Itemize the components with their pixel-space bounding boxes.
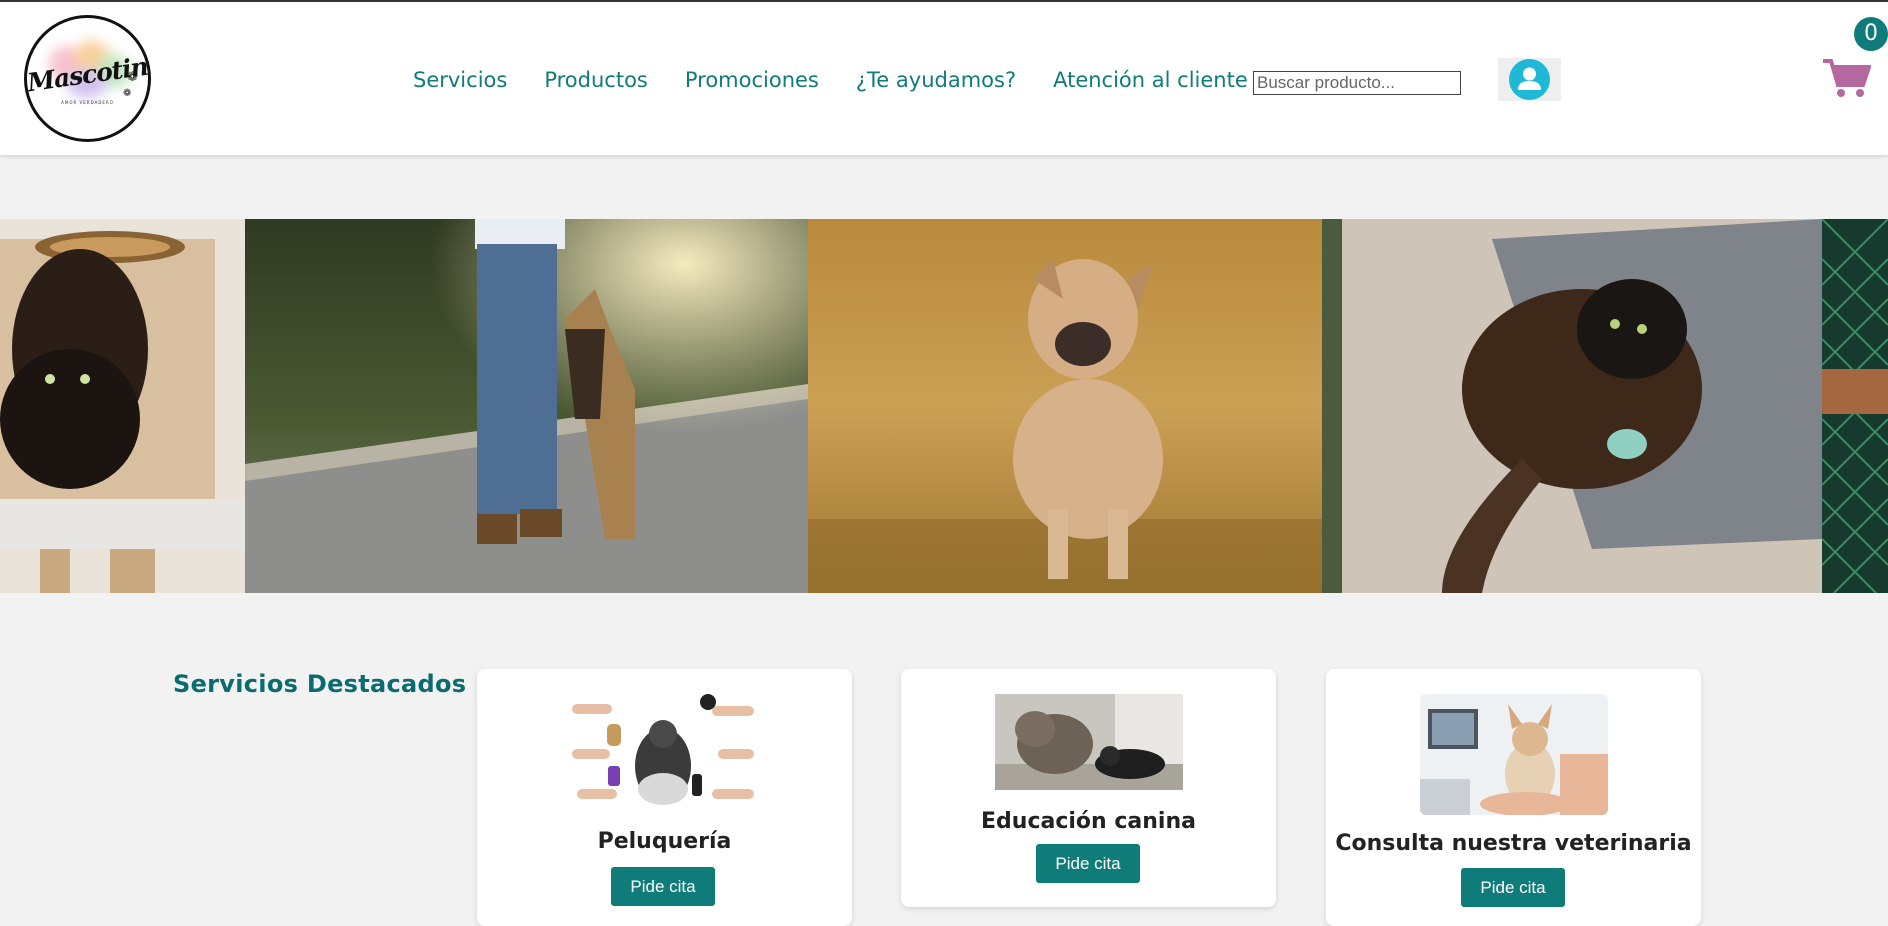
book-appointment-button[interactable]: Pide cita xyxy=(1036,844,1140,883)
carousel-slide-cat-tree xyxy=(0,219,245,593)
nav-productos[interactable]: Productos xyxy=(544,68,648,92)
service-card-peluqueria: Peluquería Pide cita xyxy=(477,669,852,926)
service-card-title: Educación canina xyxy=(981,809,1196,834)
service-card-title: Consulta nuestra veterinaria xyxy=(1335,831,1692,856)
cart-button[interactable] xyxy=(1823,57,1872,99)
carousel-slide-cat-rug xyxy=(1322,219,1822,593)
book-appointment-button[interactable]: Pide cita xyxy=(611,867,715,906)
featured-services-title: Servicios Destacados xyxy=(173,670,467,698)
nav-atencion-cliente[interactable]: Atención al cliente xyxy=(1053,68,1248,92)
logo-tagline: AMOR VERDADERO xyxy=(61,100,114,105)
nav-promociones[interactable]: Promociones xyxy=(685,68,819,92)
image-carousel[interactable] xyxy=(0,219,1888,593)
service-image-dog-training xyxy=(995,694,1183,790)
service-card-title: Peluquería xyxy=(597,829,732,854)
search-input[interactable] xyxy=(1253,71,1461,95)
nav-te-ayudamos[interactable]: ¿Te ayudamos? xyxy=(856,68,1016,92)
carousel-slide-dog-walk xyxy=(245,219,808,593)
carousel-slide-fence xyxy=(1821,219,1888,593)
service-image-grooming xyxy=(572,694,754,807)
carousel-slide-puppy xyxy=(808,219,1322,593)
site-header: ❁ ❁ Mascotines AMOR VERDADERO Servicios … xyxy=(0,0,1888,155)
nav-servicios[interactable]: Servicios xyxy=(413,68,507,92)
paw-icon: ❁ xyxy=(123,88,132,99)
service-image-vet xyxy=(1420,694,1608,815)
service-card-educacion: Educación canina Pide cita xyxy=(901,669,1276,907)
main-nav: Servicios Productos Promociones ¿Te ayud… xyxy=(413,68,1285,92)
cart-count-badge: 0 xyxy=(1854,17,1888,51)
cart-icon xyxy=(1823,59,1872,97)
user-icon xyxy=(1509,59,1550,100)
service-card-veterinaria: Consulta nuestra veterinaria Pide cita xyxy=(1326,669,1701,926)
account-button[interactable] xyxy=(1498,58,1561,101)
logo[interactable]: ❁ ❁ Mascotines AMOR VERDADERO xyxy=(24,15,151,142)
book-appointment-button[interactable]: Pide cita xyxy=(1461,868,1565,907)
